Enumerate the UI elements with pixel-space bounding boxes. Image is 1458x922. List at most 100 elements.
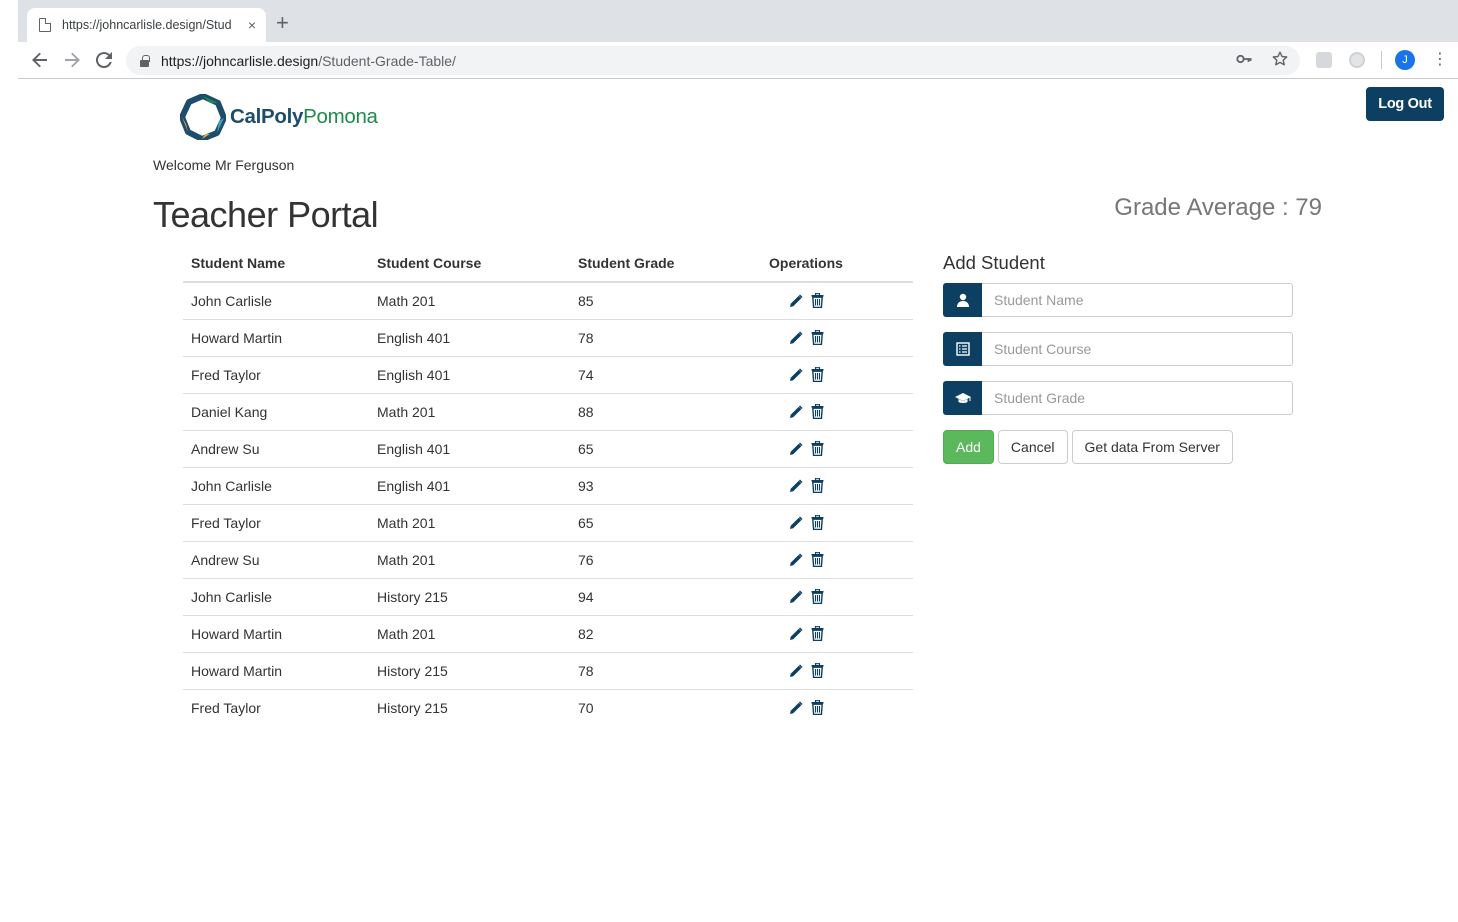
trash-icon[interactable] xyxy=(811,626,824,641)
operations-cell xyxy=(761,651,913,689)
pencil-icon[interactable] xyxy=(789,367,803,382)
graduation-cap-icon xyxy=(943,381,982,415)
student-grade-cell: 78 xyxy=(570,651,761,689)
welcome-message: Welcome Mr Ferguson xyxy=(153,157,295,173)
form-heading: Add Student xyxy=(943,252,1045,273)
pencil-icon[interactable] xyxy=(789,552,803,567)
toolbar-divider xyxy=(1381,51,1382,69)
student-course-input[interactable] xyxy=(982,332,1293,366)
trash-icon[interactable] xyxy=(811,404,824,419)
student-grade-cell: 82 xyxy=(570,614,761,652)
key-icon[interactable] xyxy=(1236,51,1252,71)
operations-cell xyxy=(761,318,913,356)
student-grade-input[interactable] xyxy=(982,381,1293,415)
student-name-cell: Fred Taylor xyxy=(183,503,369,541)
student-course-cell: History 215 xyxy=(369,651,570,689)
student-name-cell: John Carlisle xyxy=(183,577,369,615)
student-grade-cell: 88 xyxy=(570,392,761,430)
table-row: Fred Taylor History 215 70 xyxy=(183,688,913,726)
pencil-icon[interactable] xyxy=(789,404,803,419)
student-grade-cell: 94 xyxy=(570,577,761,615)
trash-icon[interactable] xyxy=(811,589,824,604)
student-name-cell: Fred Taylor xyxy=(183,355,369,393)
browser-tab[interactable]: https://johncarlisle.design/Stud × xyxy=(27,8,266,42)
menu-icon[interactable]: ⋮ xyxy=(1432,50,1448,70)
operations-cell xyxy=(761,577,913,615)
page-icon xyxy=(39,17,52,32)
extension-icon-2[interactable] xyxy=(1349,52,1365,68)
table-row: Andrew Su Math 201 76 xyxy=(183,540,913,578)
student-course-cell: Math 201 xyxy=(369,503,570,541)
table-row: Howard Martin History 215 78 xyxy=(183,651,913,689)
table-row: Howard Martin Math 201 82 xyxy=(183,614,913,652)
student-name-group xyxy=(943,283,1293,317)
trash-icon[interactable] xyxy=(811,293,824,309)
pencil-icon[interactable] xyxy=(789,441,803,456)
operations-cell xyxy=(761,540,913,578)
logout-button[interactable]: Log Out xyxy=(1366,87,1444,121)
student-course-cell: Math 201 xyxy=(369,540,570,578)
table-row: John Carlisle English 401 93 xyxy=(183,466,913,504)
operations-cell xyxy=(761,355,913,393)
table-body: John Carlisle Math 201 85 Howard Martin Engl… xyxy=(183,282,913,726)
lock-icon xyxy=(140,55,150,67)
star-icon[interactable] xyxy=(1272,51,1288,71)
logo-text-pomona: Pomona xyxy=(303,105,378,128)
add-button[interactable]: Add xyxy=(943,430,994,464)
forward-icon[interactable] xyxy=(60,48,84,72)
pencil-icon[interactable] xyxy=(789,294,803,308)
tab-close-icon[interactable]: × xyxy=(248,17,256,33)
student-name-cell: Howard Martin xyxy=(183,614,369,652)
browser-toolbar: https://johncarlisle.design/Student-Grad… xyxy=(18,42,1458,79)
student-course-cell: English 401 xyxy=(369,429,570,467)
url-host: https://johncarlisle.design xyxy=(161,52,319,69)
reload-icon[interactable] xyxy=(92,48,116,72)
trash-icon[interactable] xyxy=(811,478,824,493)
trash-icon[interactable] xyxy=(811,663,824,678)
list-icon xyxy=(943,332,982,366)
pencil-icon[interactable] xyxy=(789,663,803,678)
tab-title: https://johncarlisle.design/Stud xyxy=(62,18,232,32)
get-server-data-button[interactable]: Get data From Server xyxy=(1071,430,1233,464)
column-header-operations: Operations xyxy=(761,245,913,283)
pencil-icon[interactable] xyxy=(789,589,803,604)
back-icon[interactable] xyxy=(28,48,52,72)
cancel-button[interactable]: Cancel xyxy=(997,430,1068,464)
operations-cell xyxy=(761,466,913,504)
student-grade-table: Student Name Student Course Student Grad… xyxy=(183,245,913,726)
trash-icon[interactable] xyxy=(811,515,824,530)
table-row: Fred Taylor Math 201 65 xyxy=(183,503,913,541)
browser-chrome: https://johncarlisle.design/Stud × + htt… xyxy=(18,0,1458,79)
pencil-icon[interactable] xyxy=(789,330,803,345)
extension-icon[interactable] xyxy=(1316,52,1332,68)
student-grade-cell: 78 xyxy=(570,318,761,356)
table-row: John Carlisle History 215 94 xyxy=(183,577,913,615)
url-text: https://johncarlisle.design/Student-Grad… xyxy=(161,53,456,69)
profile-avatar[interactable]: J xyxy=(1395,50,1415,70)
trash-icon[interactable] xyxy=(811,552,824,567)
new-tab-button[interactable]: + xyxy=(276,12,289,34)
trash-icon[interactable] xyxy=(811,700,824,716)
student-course-cell: English 401 xyxy=(369,355,570,393)
user-icon xyxy=(943,283,982,317)
operations-cell xyxy=(761,688,913,726)
operations-cell xyxy=(761,429,913,467)
pencil-icon[interactable] xyxy=(789,478,803,493)
trash-icon[interactable] xyxy=(811,367,824,382)
student-course-cell: History 215 xyxy=(369,688,570,726)
student-grade-cell: 65 xyxy=(570,503,761,541)
page-title: Teacher Portal xyxy=(153,194,379,235)
grade-average: Grade Average : 79 xyxy=(1114,194,1322,221)
table-row: Howard Martin English 401 78 xyxy=(183,318,913,356)
student-course-cell: History 215 xyxy=(369,577,570,615)
pencil-icon[interactable] xyxy=(789,626,803,641)
student-grade-cell: 85 xyxy=(578,292,594,309)
pencil-icon[interactable] xyxy=(789,515,803,530)
trash-icon[interactable] xyxy=(811,441,824,456)
student-name-cell: Andrew Su xyxy=(183,540,369,578)
pencil-icon[interactable] xyxy=(789,701,803,715)
student-name-input[interactable] xyxy=(982,283,1293,317)
trash-icon[interactable] xyxy=(811,330,824,345)
address-bar[interactable]: https://johncarlisle.design/Student-Grad… xyxy=(126,46,1300,75)
table-row: Andrew Su English 401 65 xyxy=(183,429,913,467)
